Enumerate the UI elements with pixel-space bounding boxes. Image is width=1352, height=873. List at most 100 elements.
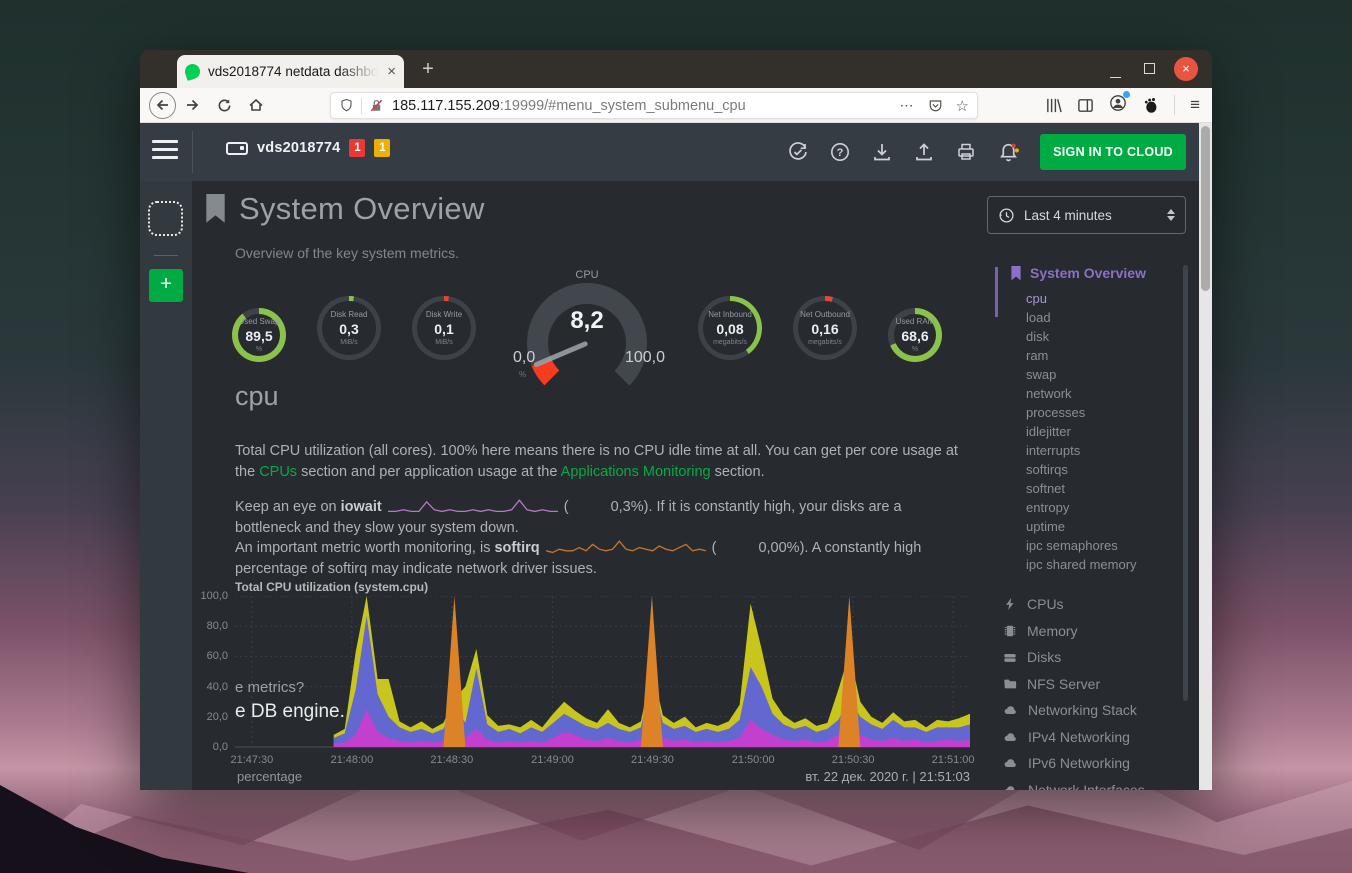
- library-icon[interactable]: [1045, 97, 1062, 114]
- node-selector-placeholder[interactable]: [148, 201, 183, 236]
- window-maximize-button[interactable]: [1140, 61, 1158, 77]
- bookmark-star-icon[interactable]: ☆: [956, 97, 969, 115]
- applications-monitoring-link[interactable]: Applications Monitoring: [561, 464, 711, 480]
- warning-alarms-badge[interactable]: 1: [374, 139, 390, 157]
- y-tick-label: 20,0: [178, 711, 228, 723]
- critical-alarms-badge[interactable]: 1: [349, 139, 365, 157]
- cpu-utilization-chart[interactable]: [235, 596, 970, 750]
- netdata-page: vds2018774 1 1 ? SIGN IN TO CLOUD + Syst: [140, 123, 1212, 790]
- x-tick-label: 21:49:00: [531, 754, 574, 766]
- sidebar-section-nfs-server[interactable]: NFS Server: [1003, 671, 1190, 698]
- x-tick-label: 21:48:00: [330, 754, 373, 766]
- reload-button[interactable]: [208, 98, 240, 113]
- home-button[interactable]: [240, 97, 272, 113]
- insecure-lock-icon[interactable]: [369, 98, 384, 113]
- alarms-bell-icon[interactable]: [997, 141, 1020, 164]
- tracking-shield-icon[interactable]: [339, 98, 354, 113]
- sections-sidebar: System Overview cpuloaddiskramswapnetwor…: [995, 265, 1190, 790]
- page-subtitle: Overview of the key system metrics.: [235, 245, 459, 261]
- sidebar-subitem-entropy[interactable]: entropy: [1026, 498, 1190, 517]
- sidebar-section-disks[interactable]: Disks: [1003, 644, 1190, 671]
- sidebar-subitem-swap[interactable]: swap: [1026, 365, 1190, 384]
- sidebar-subitem-ram[interactable]: ram: [1026, 346, 1190, 365]
- y-tick-label: 80,0: [178, 620, 228, 632]
- window-close-button[interactable]: ×: [1174, 57, 1198, 81]
- sidebar-subitem-ipc-semaphores[interactable]: ipc semaphores: [1026, 536, 1190, 555]
- sidebar-subitem-interrupts[interactable]: interrupts: [1026, 441, 1190, 460]
- url-text: 185.117.155.209:19999/#menu_system_subme…: [392, 98, 847, 114]
- y-tick-label: 100,0: [178, 590, 228, 602]
- new-tab-button[interactable]: +: [412, 54, 444, 84]
- back-button[interactable]: [149, 92, 176, 119]
- sidebar-subitem-load[interactable]: load: [1026, 308, 1190, 327]
- pocket-icon[interactable]: [928, 98, 943, 113]
- netdata-favicon: [183, 62, 202, 81]
- softirq-sparkline-chart[interactable]: [546, 536, 706, 556]
- import-icon[interactable]: [871, 141, 893, 163]
- sidebar-subitem-ipc-shared-memory[interactable]: ipc shared memory: [1026, 555, 1190, 574]
- gauge-net-inbound[interactable]: Net Inbound0,08megabits/s: [698, 296, 762, 360]
- active-section-indicator: [995, 267, 998, 317]
- sidebar-subitem-processes[interactable]: processes: [1026, 403, 1190, 422]
- page-actions-icon[interactable]: ⋯: [900, 97, 915, 114]
- x-tick-label: 21:51:00: [932, 754, 975, 766]
- clipped-text-fragment: e metrics?: [235, 679, 304, 696]
- sidebar-section-memory[interactable]: Memory: [1003, 618, 1190, 645]
- export-icon[interactable]: [913, 141, 935, 163]
- sidebar-subitem-softnet[interactable]: softnet: [1026, 479, 1190, 498]
- page-scrollbar[interactable]: [1199, 123, 1212, 790]
- scrollbar-thumb[interactable]: [1201, 126, 1210, 291]
- gauge-used-ram[interactable]: Used RAM68,6%: [888, 308, 942, 362]
- browser-window: vds2018774 netdata dashboard × + ×: [140, 50, 1212, 790]
- window-minimize-button[interactable]: [1106, 61, 1124, 77]
- gnome-extension-icon[interactable]: [1142, 97, 1159, 114]
- account-notification-dot: [1123, 91, 1130, 98]
- time-range-picker[interactable]: Last 4 minutes: [987, 196, 1186, 234]
- gauge-net-outbound[interactable]: Net Outbound0,16megabits/s: [793, 296, 857, 360]
- sign-in-to-cloud-button[interactable]: SIGN IN TO CLOUD: [1040, 134, 1186, 170]
- sidebar-scrollbar[interactable]: [1183, 265, 1188, 701]
- netdata-menu-icon[interactable]: [152, 140, 178, 164]
- cpu-description: Total CPU utilization (all cores). 100% …: [235, 441, 970, 482]
- gauge-used-swap[interactable]: Used Swap89,5%: [232, 308, 286, 362]
- bookmark-icon: [1010, 266, 1022, 281]
- browser-tab[interactable]: vds2018774 netdata dashboard ×: [177, 55, 404, 88]
- sidebar-section-network-interfaces[interactable]: Network Interfaces: [1003, 777, 1190, 791]
- help-icon[interactable]: ?: [829, 141, 851, 163]
- sidebar-subitem-network[interactable]: network: [1026, 384, 1190, 403]
- sidebar-subitem-disk[interactable]: disk: [1026, 327, 1190, 346]
- sidebar-subitem-idlejitter[interactable]: idlejitter: [1026, 422, 1190, 441]
- page-title: System Overview: [239, 191, 485, 227]
- gauge-disk-write[interactable]: Disk Write0,1MiB/s: [412, 296, 476, 360]
- tab-close-icon[interactable]: ×: [383, 63, 396, 80]
- y-tick-label: 40,0: [178, 681, 228, 693]
- add-node-button[interactable]: +: [149, 269, 183, 302]
- divider: [192, 131, 193, 173]
- x-tick-label: 21:49:30: [631, 754, 674, 766]
- sidebar-subitem-uptime[interactable]: uptime: [1026, 517, 1190, 536]
- tab-title: vds2018774 netdata dashboard: [208, 64, 383, 79]
- browser-menu-icon[interactable]: ≡: [1190, 95, 1200, 115]
- sidebar-section-networking-stack[interactable]: Networking Stack: [1003, 697, 1190, 724]
- sidebar-section-ipv4-networking[interactable]: IPv4 Networking: [1003, 724, 1190, 751]
- account-icon[interactable]: [1109, 94, 1127, 117]
- browser-toolbar: 185.117.155.209:19999/#menu_system_subme…: [140, 88, 1212, 123]
- sidebar-subitem-cpu[interactable]: cpu: [1026, 289, 1190, 308]
- sidebar-section-system-overview[interactable]: System Overview: [995, 265, 1190, 281]
- iowait-sparkline-chart[interactable]: [388, 495, 558, 515]
- node-icon: [226, 142, 248, 155]
- sidebar-subitem-softirqs[interactable]: softirqs: [1026, 460, 1190, 479]
- sidebar-toggle-icon[interactable]: [1077, 97, 1094, 114]
- update-check-icon[interactable]: [787, 141, 809, 163]
- cpus-link[interactable]: CPUs: [259, 464, 297, 480]
- url-bar[interactable]: 185.117.155.209:19999/#menu_system_subme…: [330, 92, 978, 119]
- forward-button[interactable]: [176, 97, 208, 113]
- y-tick-label: 60,0: [178, 650, 228, 662]
- sidebar-section-cpus[interactable]: CPUs: [1003, 591, 1190, 618]
- print-icon[interactable]: [955, 141, 977, 163]
- gauge-cpu[interactable]: CPU8,20,0100,0%: [507, 273, 667, 383]
- sidebar-section-ipv6-networking[interactable]: IPv6 Networking: [1003, 750, 1190, 777]
- svg-text:?: ?: [837, 147, 844, 159]
- hostname[interactable]: vds2018774: [257, 140, 340, 156]
- gauge-disk-read[interactable]: Disk Read0,3MiB/s: [317, 296, 381, 360]
